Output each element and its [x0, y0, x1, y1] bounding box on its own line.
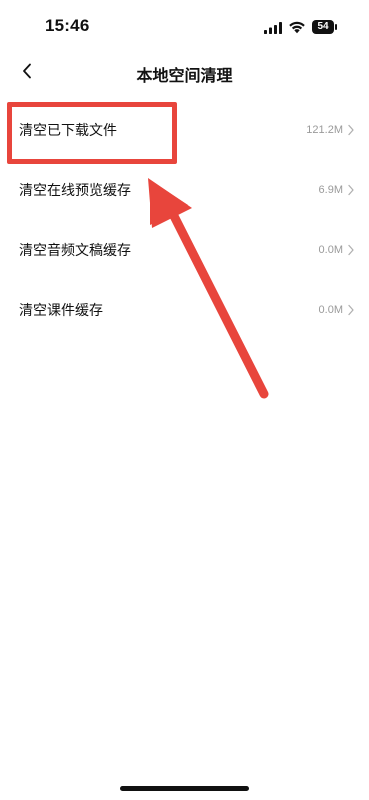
- list-item-label: 清空音频文稿缓存: [19, 243, 131, 259]
- chevron-right-icon: [348, 304, 354, 316]
- clear-online-preview-cache-item[interactable]: 清空在线预览缓存 6.9M: [0, 160, 369, 220]
- clear-audio-transcript-cache-item[interactable]: 清空音频文稿缓存 0.0M: [0, 220, 369, 280]
- list-item-size: 121.2M: [306, 124, 343, 136]
- chevron-left-icon: [23, 63, 31, 79]
- battery-cap: [335, 24, 337, 30]
- back-button[interactable]: [12, 56, 42, 86]
- list-item-label: 清空在线预览缓存: [19, 183, 131, 199]
- clear-courseware-cache-item[interactable]: 清空课件缓存 0.0M: [0, 280, 369, 340]
- status-time: 15:46: [45, 16, 90, 35]
- list-item-label: 清空已下载文件: [19, 123, 117, 139]
- list-item-size: 6.9M: [318, 184, 343, 196]
- battery-level: 54: [312, 20, 334, 34]
- list-item-size: 0.0M: [318, 304, 343, 316]
- status-bar: 15:46 54: [0, 0, 369, 54]
- list-item-label: 清空课件缓存: [19, 303, 103, 319]
- chevron-right-icon: [348, 124, 354, 136]
- battery-icon: 54: [312, 20, 338, 34]
- clear-downloaded-files-item[interactable]: 清空已下载文件 121.2M: [0, 100, 369, 160]
- cellular-signal-icon: [264, 22, 282, 34]
- wifi-icon: [289, 21, 305, 34]
- home-indicator: [120, 786, 249, 791]
- chevron-right-icon: [348, 244, 354, 256]
- list-item-size: 0.0M: [318, 244, 343, 256]
- chevron-right-icon: [348, 184, 354, 196]
- cleanup-list: 清空已下载文件 121.2M 清空在线预览缓存 6.9M 清空音频文稿缓存 0.…: [0, 100, 369, 340]
- page-title: 本地空间清理: [136, 66, 233, 85]
- nav-bar: 本地空间清理: [0, 54, 369, 90]
